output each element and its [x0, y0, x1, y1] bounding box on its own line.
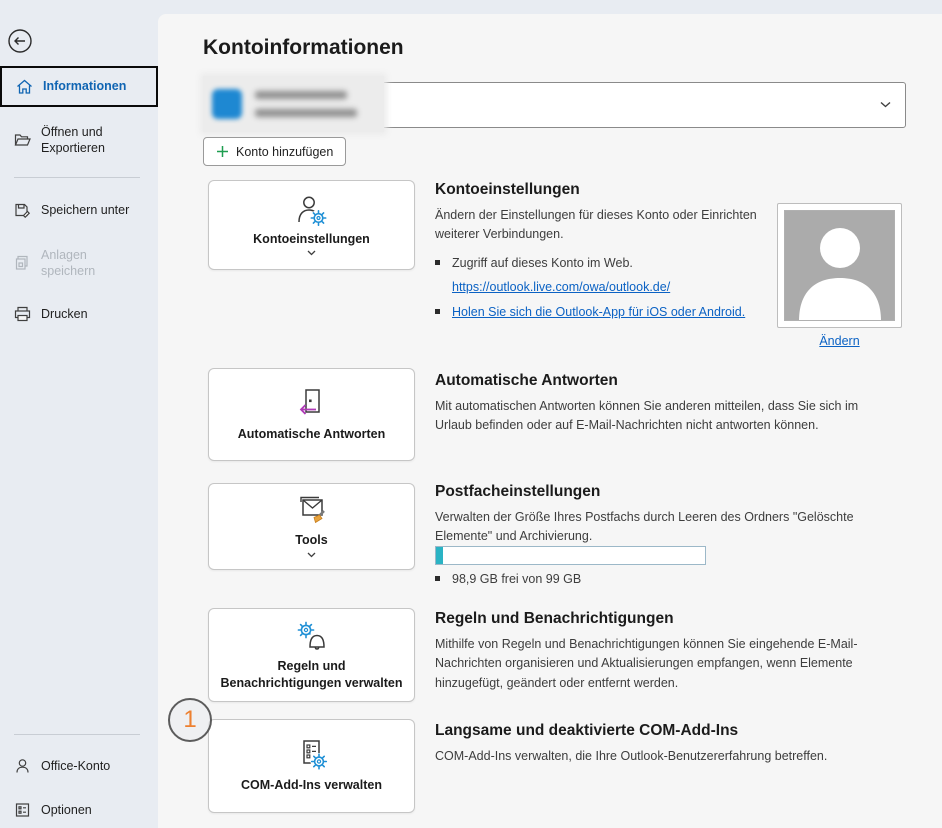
mailbox-free-space: 98,9 GB frei von 99 GB — [435, 570, 581, 589]
sidebar-item-anlagen-speichern: Anlagen speichern — [0, 243, 158, 283]
com-addins-icon — [294, 738, 330, 774]
add-account-button[interactable]: Konto hinzufügen — [203, 137, 346, 166]
home-icon — [16, 79, 33, 95]
rules-alerts-button[interactable]: Regeln und Benachrichtigungen verwalten — [208, 608, 415, 702]
section-body: Ändern der Einstellungen für dieses Kont… — [435, 206, 777, 245]
section-heading: Regeln und Benachrichtigungen — [435, 610, 897, 628]
section-heading: Postfacheinstellungen — [435, 483, 897, 501]
section-heading: Langsame und deaktivierte COM-Add-Ins — [435, 722, 905, 740]
sidebar-divider — [14, 734, 140, 735]
attachments-icon — [14, 255, 31, 271]
sidebar-item-oeffnen-und-exportieren[interactable]: Öffnen und Exportieren — [0, 119, 158, 161]
mailbox-tools-button[interactable]: Tools — [208, 483, 415, 570]
options-icon — [14, 802, 31, 818]
sidebar-divider — [14, 177, 140, 178]
mailbox-cleanup-icon — [293, 495, 331, 529]
change-photo-link[interactable]: Ändern — [819, 334, 859, 348]
bullet-text: Zugriff auf dieses Konto im Web. — [452, 254, 633, 273]
bullet-square — [435, 576, 440, 581]
printer-icon — [14, 306, 31, 322]
section-heading: Kontoeinstellungen — [435, 181, 777, 199]
section-body: Verwalten der Größe Ihres Postfachs durc… — [435, 508, 897, 547]
back-arrow-icon — [6, 27, 34, 55]
bullet-square — [435, 309, 440, 314]
tile-label: Tools — [287, 532, 335, 549]
auto-reply-icon — [295, 387, 329, 423]
sidebar-item-label: Speichern unter — [41, 202, 129, 218]
page-title: Kontoinformationen — [203, 36, 404, 60]
webmail-link[interactable]: https://outlook.live.com/owa/outlook.de/ — [452, 280, 670, 294]
sidebar-item-optionen[interactable]: Optionen — [0, 798, 158, 822]
sidebar-item-label: Informationen — [43, 78, 126, 94]
callout-badge-1: 1 — [168, 698, 212, 742]
mailbox-settings-section: Postfacheinstellungen Verwalten der Größ… — [435, 483, 897, 547]
sidebar-item-drucken[interactable]: Drucken — [0, 302, 158, 326]
sidebar-item-speichern-unter[interactable]: Speichern unter — [0, 198, 158, 222]
back-button[interactable] — [6, 27, 34, 55]
account-settings-section: Kontoeinstellungen Ändern der Einstellun… — [435, 181, 777, 321]
account-settings-button[interactable]: Kontoeinstellungen — [208, 180, 415, 270]
account-email-redacted — [255, 109, 357, 117]
tile-label: Regeln und Benachrichtigungen verwalten — [209, 658, 414, 692]
free-space-label: 98,9 GB frei von 99 GB — [452, 570, 581, 589]
sidebar-item-label: Öffnen und Exportieren — [41, 124, 133, 157]
section-body: COM-Add-Ins verwalten, die Ihre Outlook-… — [435, 747, 905, 766]
callout-number: 1 — [183, 706, 196, 734]
profile-photo — [777, 203, 902, 328]
sidebar-item-label: Anlagen speichern — [41, 247, 133, 280]
person-icon — [14, 758, 31, 774]
account-identity-redacted — [203, 76, 384, 132]
sidebar-item-informationen[interactable]: Informationen — [0, 66, 158, 107]
sidebar-item-label: Optionen — [41, 802, 92, 818]
sidebar-item-office-konto[interactable]: Office-Konto — [0, 754, 158, 778]
mailbox-usage-bar — [435, 546, 706, 565]
main-panel: Kontoinformationen Konto hinzufügen — [158, 14, 942, 828]
profile-photo-silhouette — [785, 211, 895, 321]
account-name-redacted — [255, 91, 347, 99]
sidebar-item-label: Office-Konto — [41, 758, 110, 774]
section-body: Mit automatischen Antworten können Sie a… — [435, 397, 897, 436]
chevron-down-icon — [307, 552, 316, 558]
auto-replies-section: Automatische Antworten Mit automatischen… — [435, 372, 897, 436]
section-heading: Automatische Antworten — [435, 372, 897, 390]
rules-alerts-section: Regeln und Benachrichtigungen Mithilfe v… — [435, 610, 897, 693]
mailbox-usage-fill — [436, 547, 443, 564]
tile-label: Automatische Antworten — [230, 426, 393, 443]
sidebar-item-label: Drucken — [41, 306, 88, 322]
account-avatar — [212, 89, 242, 119]
rules-alerts-icon — [293, 619, 331, 655]
chevron-down-icon — [880, 101, 891, 108]
com-addins-button[interactable]: COM-Add-Ins verwalten — [208, 719, 415, 813]
add-account-label: Konto hinzufügen — [236, 145, 333, 159]
open-folder-icon — [14, 132, 31, 148]
auto-replies-button[interactable]: Automatische Antworten — [208, 368, 415, 461]
tile-label: COM-Add-Ins verwalten — [233, 777, 390, 794]
account-settings-icon — [294, 194, 330, 228]
save-as-icon — [14, 202, 31, 218]
tile-label: Kontoeinstellungen — [245, 231, 378, 248]
sidebar: Informationen Öffnen und Exportieren Spe… — [0, 0, 158, 828]
outlook-app-link[interactable]: Holen Sie sich die Outlook-App für iOS o… — [452, 303, 745, 322]
com-addins-section: Langsame und deaktivierte COM-Add-Ins CO… — [435, 722, 905, 766]
plus-icon — [216, 145, 229, 158]
bullet-square — [435, 260, 440, 265]
chevron-down-icon — [307, 250, 316, 256]
section-body: Mithilfe von Regeln und Benachrichtigung… — [435, 635, 897, 693]
